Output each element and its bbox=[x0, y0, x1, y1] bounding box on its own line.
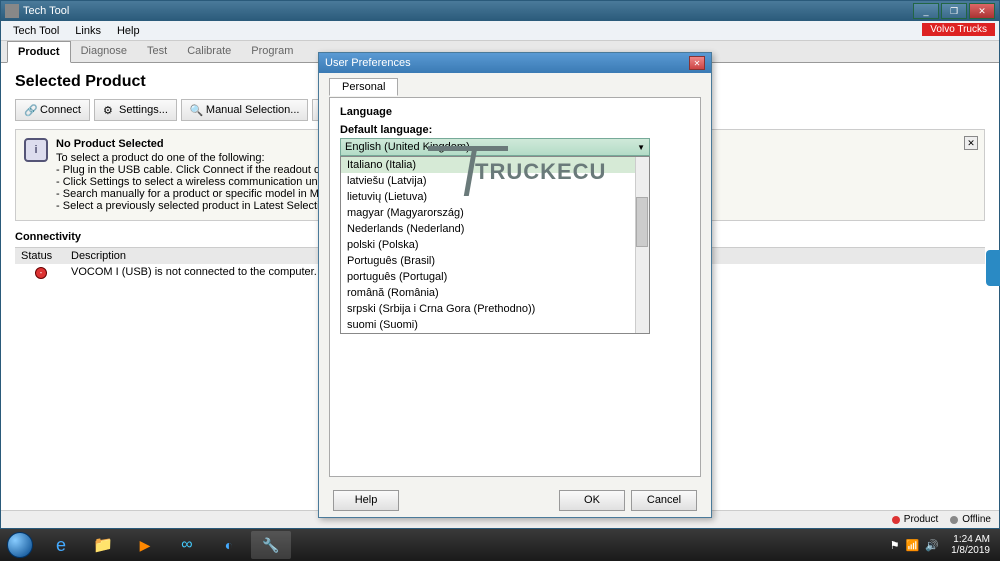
user-preferences-dialog: User Preferences ✕ Personal Language Def… bbox=[318, 52, 712, 518]
col-status: Status bbox=[15, 248, 65, 264]
taskbar-techtool-icon[interactable]: 🔧 bbox=[251, 531, 291, 559]
windows-orb-icon bbox=[7, 532, 33, 558]
gear-icon: ⚙ bbox=[103, 104, 115, 116]
language-option[interactable]: magyar (Magyarország) bbox=[341, 205, 649, 221]
language-section-header: Language bbox=[340, 106, 690, 118]
cancel-button[interactable]: Cancel bbox=[631, 490, 697, 511]
menu-links[interactable]: Links bbox=[67, 23, 109, 39]
clock-date: 1/8/2019 bbox=[951, 545, 990, 556]
language-option[interactable]: lietuvių (Lietuva) bbox=[341, 189, 649, 205]
manual-label: Manual Selection... bbox=[206, 104, 300, 116]
chevron-down-icon: ▼ bbox=[637, 143, 645, 152]
tray-volume-icon[interactable]: 🔊 bbox=[925, 539, 939, 552]
maximize-button[interactable]: ❐ bbox=[941, 3, 967, 19]
system-tray: ⚑ 📶 🔊 1:24 AM 1/8/2019 bbox=[890, 534, 1000, 556]
help-button[interactable]: Help bbox=[333, 490, 399, 511]
window-title: Tech Tool bbox=[23, 5, 69, 17]
dialog-body: Language Default language: English (Unit… bbox=[329, 97, 701, 477]
language-option[interactable]: srpski (Srbija i Crna Gora (Prethodno)) bbox=[341, 301, 649, 317]
tab-personal[interactable]: Personal bbox=[329, 78, 398, 96]
taskbar: e 📁 ▶ ∞ ◐ 🔧 ⚑ 📶 🔊 1:24 AM 1/8/2019 bbox=[0, 529, 1000, 561]
menu-techtool[interactable]: Tech Tool bbox=[5, 23, 67, 39]
clock-time: 1:24 AM bbox=[951, 534, 990, 545]
manual-selection-button[interactable]: 🔍 Manual Selection... bbox=[181, 99, 309, 121]
taskbar-clock[interactable]: 1:24 AM 1/8/2019 bbox=[945, 534, 996, 556]
tab-test[interactable]: Test bbox=[137, 41, 177, 62]
titlebar: Tech Tool _ ❐ ✕ bbox=[1, 1, 999, 21]
tray-network-icon[interactable]: 📶 bbox=[906, 539, 920, 552]
error-icon: - bbox=[35, 267, 47, 279]
connect-icon: 🔗 bbox=[24, 104, 36, 116]
ok-button[interactable]: OK bbox=[559, 490, 625, 511]
taskbar-explorer-icon[interactable]: 📁 bbox=[83, 531, 123, 559]
status-offline: Offline bbox=[962, 514, 991, 525]
language-option[interactable]: português (Portugal) bbox=[341, 269, 649, 285]
dialog-title: User Preferences bbox=[325, 57, 411, 69]
tray-flag-icon[interactable]: ⚑ bbox=[890, 539, 900, 552]
search-icon: 🔍 bbox=[190, 104, 202, 116]
dialog-titlebar: User Preferences ✕ bbox=[319, 53, 711, 73]
info-close-button[interactable]: ✕ bbox=[964, 136, 978, 150]
settings-label: Settings... bbox=[119, 104, 168, 116]
language-option[interactable]: română (România) bbox=[341, 285, 649, 301]
tab-calibrate[interactable]: Calibrate bbox=[177, 41, 241, 62]
taskbar-app1-icon[interactable]: ∞ bbox=[167, 531, 207, 559]
default-language-label: Default language: bbox=[340, 124, 690, 136]
language-option[interactable]: Nederlands (Nederland) bbox=[341, 221, 649, 237]
minimize-button[interactable]: _ bbox=[913, 3, 939, 19]
info-icon: i bbox=[24, 138, 48, 162]
status-product: Product bbox=[904, 514, 938, 525]
language-option[interactable]: Italiano (Italia) bbox=[341, 157, 649, 173]
side-widget[interactable] bbox=[986, 250, 1000, 286]
tab-program[interactable]: Program bbox=[241, 41, 303, 62]
dropdown-scroll-thumb[interactable] bbox=[636, 197, 648, 247]
taskbar-media-icon[interactable]: ▶ bbox=[125, 531, 165, 559]
settings-button[interactable]: ⚙ Settings... bbox=[94, 99, 177, 121]
language-option[interactable]: Português (Brasil) bbox=[341, 253, 649, 269]
app-icon bbox=[5, 4, 19, 18]
window-close-button[interactable]: ✕ bbox=[969, 3, 995, 19]
menu-help[interactable]: Help bbox=[109, 23, 148, 39]
connect-button[interactable]: 🔗 Connect bbox=[15, 99, 90, 121]
language-dropdown-list: Italiano (Italia) latviešu (Latvija) lie… bbox=[340, 156, 650, 334]
brand-badge: Volvo Trucks bbox=[922, 23, 995, 36]
taskbar-teamviewer-icon[interactable]: ◐ bbox=[209, 531, 249, 559]
language-combobox[interactable]: English (United Kingdom) ▼ bbox=[340, 138, 650, 156]
taskbar-ie-icon[interactable]: e bbox=[41, 531, 81, 559]
language-option[interactable]: latviešu (Latvija) bbox=[341, 173, 649, 189]
status-dot-offline bbox=[950, 516, 958, 524]
language-selected: English (United Kingdom) bbox=[345, 141, 470, 153]
status-dot-product bbox=[892, 516, 900, 524]
dialog-buttons: Help OK Cancel bbox=[319, 483, 711, 517]
language-option[interactable]: suomi (Suomi) bbox=[341, 317, 649, 333]
menubar: Tech Tool Links Help Volvo Trucks bbox=[1, 21, 999, 41]
language-option[interactable]: polski (Polska) bbox=[341, 237, 649, 253]
tab-diagnose[interactable]: Diagnose bbox=[71, 41, 137, 62]
connect-label: Connect bbox=[40, 104, 81, 116]
start-button[interactable] bbox=[0, 529, 40, 561]
tab-product[interactable]: Product bbox=[7, 41, 71, 63]
dialog-close-button[interactable]: ✕ bbox=[689, 56, 705, 70]
